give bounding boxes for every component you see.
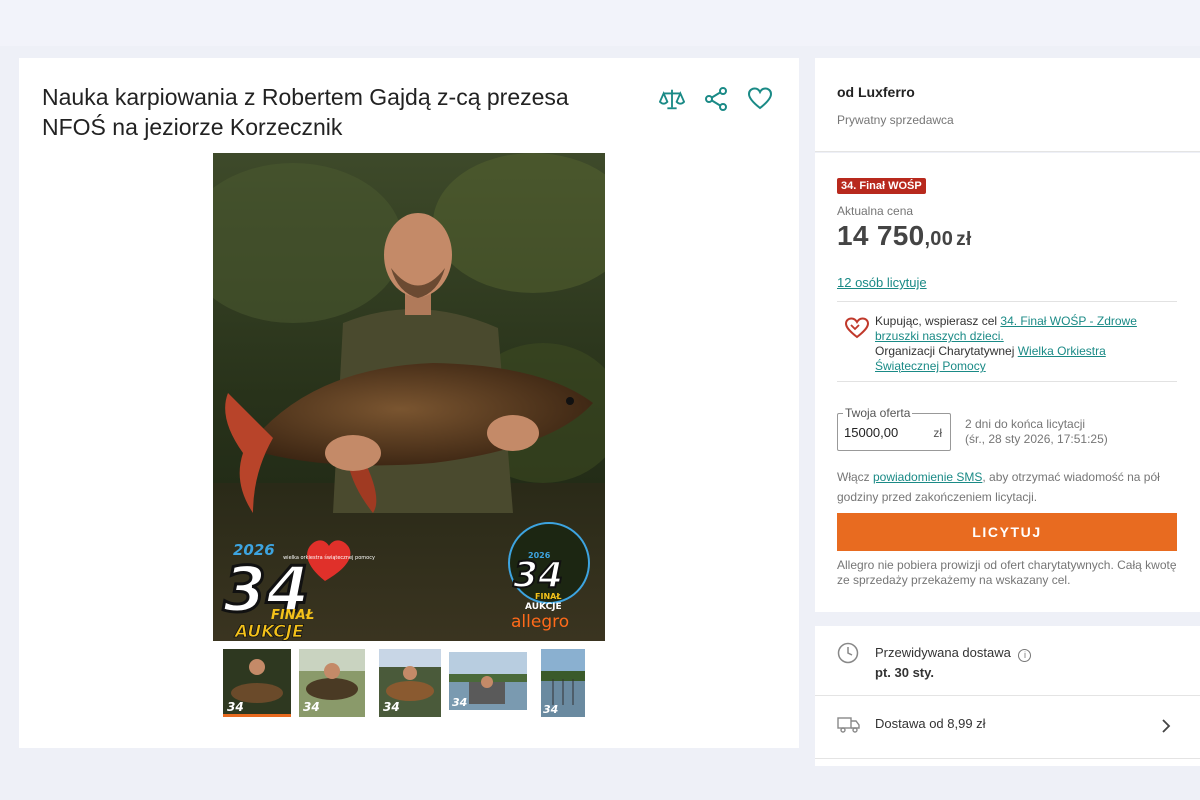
thumbnail-5[interactable]: 34 [541, 649, 585, 717]
thumbnail-badge: 34 [303, 700, 320, 714]
charity-heart-icon [844, 317, 870, 344]
bid-button[interactable]: LICYTUJ [837, 513, 1177, 551]
thumbnail-2[interactable]: 34 [299, 649, 365, 717]
bidders-link[interactable]: 12 osób licytuje [837, 275, 927, 290]
your-offer-input[interactable] [844, 425, 924, 440]
delivery-card: Przewidywana dostawa i pt. 30 sty. Dosta… [815, 626, 1200, 766]
expected-delivery-date: pt. 30 sty. [875, 665, 935, 680]
logo-final: FINAŁ [535, 592, 561, 601]
divider [837, 301, 1177, 302]
your-offer-label: Twoja oferta [843, 406, 913, 420]
compare-icon[interactable] [659, 86, 685, 112]
auction-end-date: (śr., 28 sty 2026, 17:51:25) [965, 432, 1108, 446]
seller-card: od Luxferro Prywatny sprzedawca [815, 58, 1200, 152]
thumbnail-badge: 34 [383, 700, 400, 714]
delivery-cost-row[interactable]: Dostawa od 8,99 zł [815, 697, 1200, 759]
commission-note: Allegro nie pobiera prowizji od ofert ch… [837, 558, 1177, 587]
thumbnail-badge: 34 [543, 703, 558, 716]
your-offer-field[interactable]: Twoja oferta zł [837, 406, 951, 451]
expected-delivery-row: Przewidywana dostawa i pt. 30 sty. [815, 626, 1200, 696]
seller-type: Prywatny sprzedawca [837, 113, 954, 127]
delivery-cost-label: Dostawa od 8,99 zł [875, 716, 986, 731]
price-integer: 14 750 [837, 220, 925, 251]
listing-card: Nauka karpiowania z Robertem Gajdą z-cą … [19, 58, 799, 748]
listing-actions [659, 86, 773, 112]
thumbnail-badge: 34 [227, 700, 244, 714]
logo-number: 34 [513, 555, 563, 596]
expected-delivery-label: Przewidywana dostawa i [875, 645, 1032, 662]
badge-aukcje: AUKCJE [233, 622, 304, 641]
truck-icon [837, 714, 861, 739]
divider [837, 381, 1177, 382]
logo-aukcje: AUKCJE [525, 602, 562, 612]
share-icon[interactable] [703, 86, 729, 112]
charity-info: Kupując, wspierasz cel 34. Finał WOŚP - … [875, 314, 1165, 374]
seller-name[interactable]: od Luxferro [837, 84, 915, 100]
thumbnail-3[interactable]: 34 [379, 649, 441, 717]
price-decimal: ,00 [924, 228, 954, 250]
chevron-right-icon [1160, 717, 1172, 740]
your-offer-currency: zł [933, 426, 942, 440]
thumbnail-4[interactable]: 34 [449, 652, 527, 710]
charity-text-2: Organizacji Charytatywnej [875, 344, 1018, 358]
logo-brand: allegro [511, 612, 569, 632]
badge-final: FINAŁ [271, 608, 314, 623]
sms-text-1: Włącz [837, 470, 873, 484]
thumbnail-badge: 34 [452, 696, 467, 709]
badge-heart-text: wielka orkiestra świątecznej pomocy [283, 554, 375, 561]
top-strip [0, 0, 1200, 46]
clock-icon [837, 642, 859, 669]
info-icon[interactable]: i [1018, 649, 1032, 662]
sms-notification-link[interactable]: powiadomienie SMS [873, 470, 982, 484]
listing-title: Nauka karpiowania z Robertem Gajdą z-cą … [42, 84, 569, 140]
auction-time-left: 2 dni do końca licytacji (śr., 28 sty 20… [965, 417, 1108, 447]
price-currency: zł [956, 229, 972, 250]
main-photo[interactable]: 2026 34 wielka orkiestra świątecznej pom… [213, 153, 605, 641]
buy-card: 34. Finał WOŚP Aktualna cena 14 750,00 zł… [815, 153, 1200, 612]
thumbnail-1[interactable]: 34 [223, 649, 291, 717]
wosp-badge: 34. Finał WOŚP [837, 178, 926, 194]
price-label: Aktualna cena [837, 204, 914, 218]
sms-notification-info: Włącz powiadomienie SMS, aby otrzymać wi… [837, 467, 1182, 507]
heart-icon[interactable] [747, 86, 773, 112]
current-price: 14 750,00 zł [837, 220, 972, 252]
time-left-text: 2 dni do końca licytacji [965, 417, 1086, 431]
charity-text-1: Kupując, wspierasz cel [875, 314, 1001, 328]
